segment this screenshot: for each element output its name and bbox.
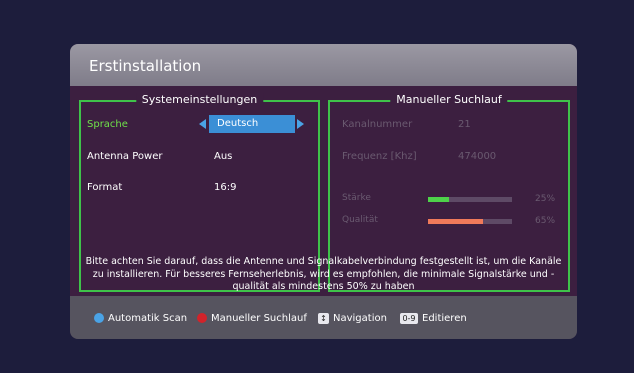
updown-arrow-icon: ↕ <box>318 312 329 324</box>
system-settings-heading: Systemeinstellungen <box>135 93 264 106</box>
red-circle-icon <box>197 313 207 323</box>
number-keys-icon: 0-9 <box>400 312 418 324</box>
quality-bar <box>428 219 512 224</box>
edit-hint: 0-9 Editieren <box>400 310 467 326</box>
installation-dialog: Erstinstallation Systemeinstellungen Spr… <box>70 44 577 339</box>
arrow-left-icon[interactable] <box>199 119 206 129</box>
manual-scan-hint[interactable]: Manueller Suchlauf <box>197 310 307 326</box>
title-bar: Erstinstallation <box>70 44 577 86</box>
frequency-label: Frequenz [Khz] <box>342 151 417 162</box>
language-selector[interactable]: Deutsch <box>199 115 305 133</box>
manual-scan-label: Manueller Suchlauf <box>211 312 307 324</box>
blue-circle-icon <box>94 313 104 323</box>
dialog-title: Erstinstallation <box>89 57 202 75</box>
strength-percent: 25% <box>535 194 556 204</box>
auto-scan-hint[interactable]: Automatik Scan <box>94 310 187 326</box>
antenna-power-label: Antenna Power <box>87 151 163 162</box>
language-value[interactable]: Deutsch <box>209 115 295 133</box>
frequency-value: 474000 <box>458 151 497 162</box>
edit-label: Editieren <box>422 312 467 324</box>
channel-number-label: Kanalnummer <box>342 119 413 130</box>
navigation-hint: ↕ Navigation <box>318 310 387 326</box>
footer-legend: Automatik Scan Manueller Suchlauf ↕ Navi… <box>70 296 577 339</box>
strength-bar <box>428 197 512 202</box>
language-label: Sprache <box>87 119 128 130</box>
quality-label: Qualität <box>342 215 378 225</box>
antenna-power-value[interactable]: Aus <box>214 151 232 162</box>
navigation-label: Navigation <box>333 312 387 324</box>
auto-scan-label: Automatik Scan <box>108 312 188 324</box>
format-label: Format <box>87 182 123 193</box>
channel-number-value: 21 <box>458 119 471 130</box>
quality-bar-fill <box>428 219 483 224</box>
arrow-right-icon[interactable] <box>297 119 304 129</box>
info-text: Bitte achten Sie darauf, dass die Antenn… <box>85 256 562 292</box>
strength-bar-fill <box>428 197 449 202</box>
format-value[interactable]: 16:9 <box>214 182 236 193</box>
manual-scan-heading: Manueller Suchlauf <box>390 93 508 106</box>
strength-label: Stärke <box>342 193 371 203</box>
quality-percent: 65% <box>535 216 556 226</box>
